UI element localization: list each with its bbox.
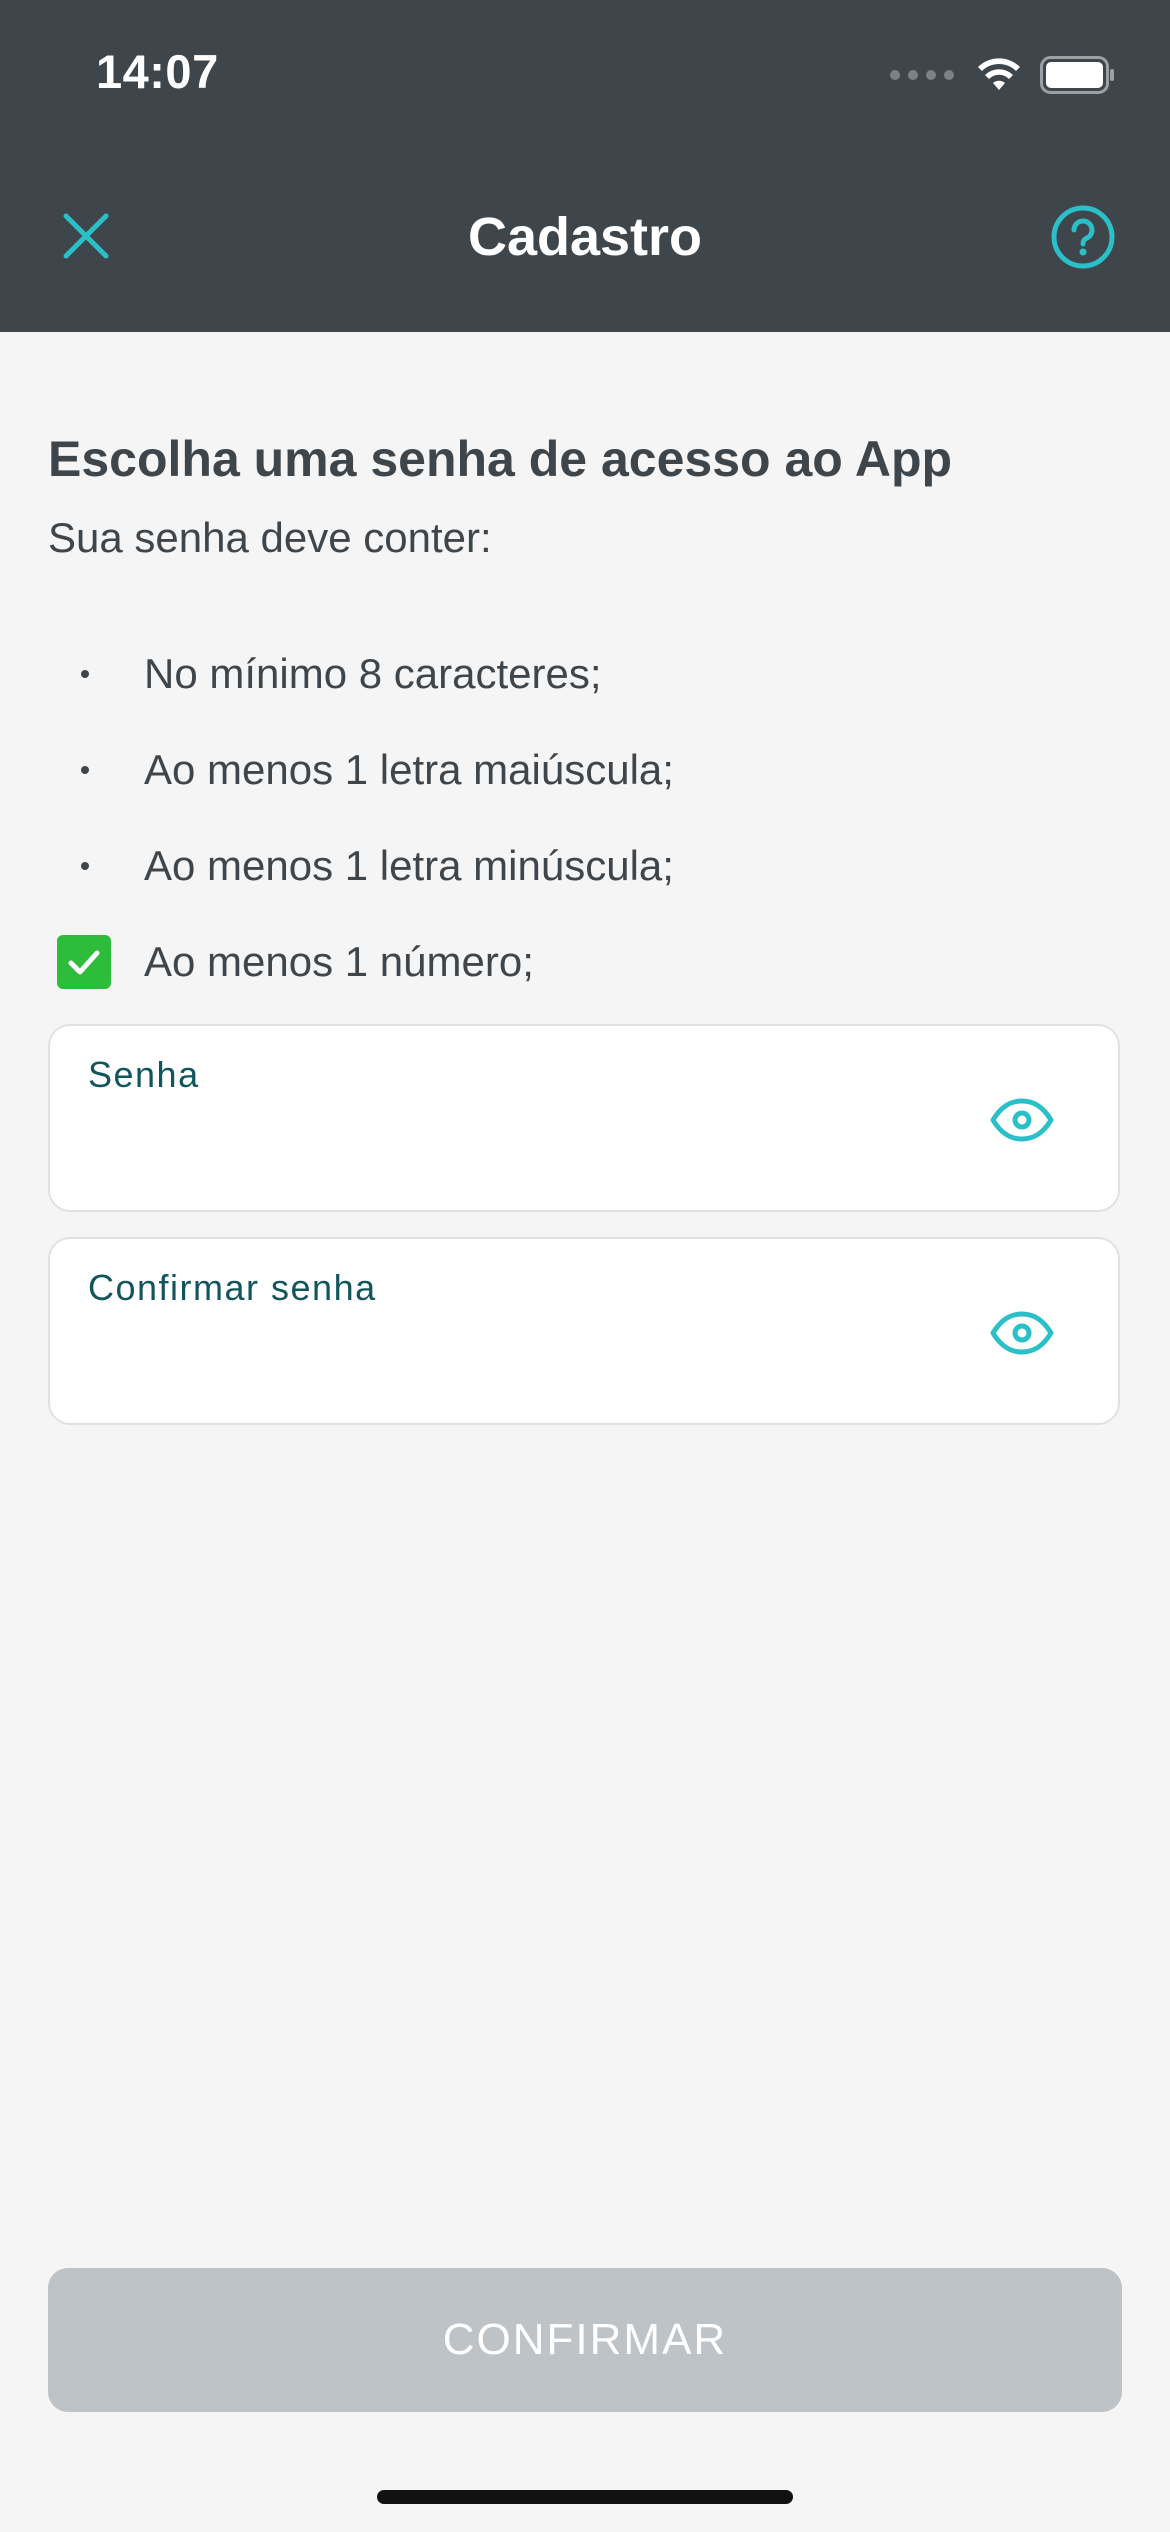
requirement-min-length: No mínimo 8 caracteres; <box>48 626 1122 722</box>
page-title: Cadastro <box>467 207 703 267</box>
toggle-password-visibility-button[interactable] <box>988 1086 1056 1154</box>
bullet-icon <box>81 766 89 774</box>
confirm-password-field[interactable]: Confirmar senha <box>48 1237 1120 1425</box>
check-icon <box>57 935 111 989</box>
toggle-confirm-password-visibility-button[interactable] <box>988 1299 1056 1367</box>
requirement-number: Ao menos 1 número; <box>48 914 1122 1010</box>
wifi-icon <box>978 58 1020 90</box>
requirement-uppercase: Ao menos 1 letra maiúscula; <box>48 722 1122 818</box>
requirement-label: Ao menos 1 número; <box>144 938 534 985</box>
password-input[interactable] <box>88 1118 948 1178</box>
confirm-password-label: Confirmar senha <box>88 1267 377 1308</box>
battery-icon <box>1040 56 1114 94</box>
section-heading: Escolha uma senha de acesso ao App <box>48 431 953 487</box>
confirm-button[interactable]: CONFIRMAR <box>48 2268 1122 2412</box>
confirm-password-input[interactable] <box>88 1331 948 1391</box>
cellular-signal-icon <box>890 70 954 80</box>
bullet-icon <box>81 862 89 870</box>
status-icons <box>890 50 1116 100</box>
password-field[interactable]: Senha <box>48 1024 1120 1212</box>
eye-icon <box>990 1311 1054 1355</box>
help-button[interactable] <box>1048 202 1118 272</box>
requirement-label: No mínimo 8 caracteres; <box>144 650 602 697</box>
requirement-lowercase: Ao menos 1 letra minúscula; <box>48 818 1122 914</box>
section-subheading: Sua senha deve conter: <box>48 514 492 561</box>
requirement-label: Ao menos 1 letra minúscula; <box>144 842 674 889</box>
requirement-label: Ao menos 1 letra maiúscula; <box>144 746 674 793</box>
status-time: 14:07 <box>96 45 219 98</box>
password-requirements-list: No mínimo 8 caracteres; Ao menos 1 letra… <box>48 626 1122 1010</box>
eye-icon <box>990 1098 1054 1142</box>
password-label: Senha <box>88 1054 200 1095</box>
help-icon <box>1051 205 1115 269</box>
home-indicator[interactable] <box>377 2490 793 2504</box>
app-header: 14:07 Cadastro <box>0 0 1170 332</box>
bullet-icon <box>81 670 89 678</box>
